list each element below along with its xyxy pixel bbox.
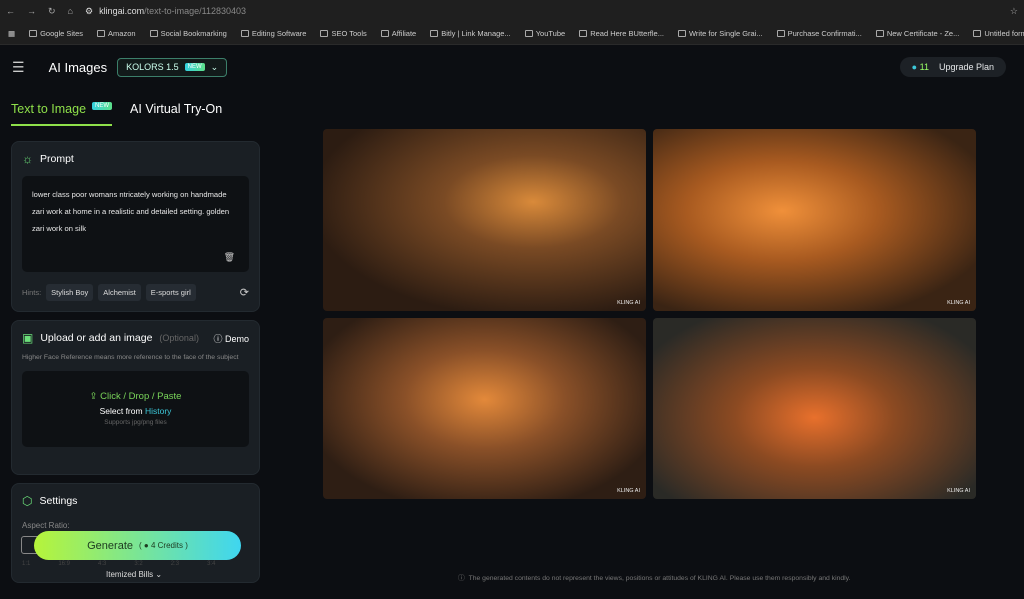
- upload-dropzone[interactable]: ⇪ Click / Drop / Paste Select from Histo…: [22, 371, 249, 447]
- disclaimer: ⓘ The generated contents do not represen…: [458, 575, 851, 582]
- generated-image[interactable]: KLING AI: [323, 318, 646, 499]
- upload-icon: ⇪: [89, 391, 98, 402]
- model-selector[interactable]: KOLORS 1.5 NEW ⌄: [117, 57, 228, 77]
- generated-image[interactable]: KLING AI: [323, 129, 646, 311]
- new-badge: NEW: [184, 63, 205, 71]
- generated-image[interactable]: KLING AI: [653, 129, 976, 311]
- address-bar[interactable]: ⚙ klingai.com/text-to-image/112830403: [85, 6, 246, 17]
- tab-ai-virtual-try-on[interactable]: AI Virtual Try-On: [130, 102, 222, 126]
- result-grid: KLING AI KLING AI KLING AI KLING AI: [323, 129, 976, 499]
- app-header: ☰ AI Images KOLORS 1.5 NEW ⌄: [0, 45, 1024, 89]
- bookmark[interactable]: New Certificate - Ze...: [875, 29, 959, 38]
- ratio-label[interactable]: 3:2: [134, 561, 142, 567]
- history-link[interactable]: History: [145, 406, 171, 416]
- folder-icon: [430, 29, 439, 37]
- ratio-label[interactable]: 1:1: [22, 561, 30, 567]
- bookmark[interactable]: Editing Software: [240, 29, 306, 38]
- bookmarks-bar: ▦ Google Sites Amazon Social Bookmarking Ed…: [0, 22, 1024, 45]
- folder-icon: [380, 29, 389, 37]
- refresh-icon[interactable]: ⟳: [240, 286, 249, 299]
- itemized-bills-toggle[interactable]: Itemized Bills ⌄: [106, 570, 162, 579]
- folder-icon: [149, 29, 158, 37]
- reload-icon[interactable]: ↻: [48, 6, 56, 17]
- bookmark[interactable]: SEO Tools: [320, 29, 367, 38]
- hint-chip[interactable]: Alchemist: [98, 284, 141, 301]
- ratio-label[interactable]: 2:3: [171, 561, 179, 567]
- site-info-icon[interactable]: ⚙: [85, 6, 93, 17]
- bookmark[interactable]: Social Bookmarking: [149, 29, 227, 38]
- bookmark[interactable]: Affiliate: [380, 29, 416, 38]
- folder-icon: [97, 29, 106, 37]
- folder-icon: [29, 29, 38, 37]
- tab-text-to-image[interactable]: Text to Image NEW: [11, 102, 113, 126]
- generate-button[interactable]: Generate( ● 4 Credits ): [34, 531, 241, 560]
- folder-icon: [524, 29, 533, 37]
- folder-icon: [320, 29, 329, 37]
- home-icon[interactable]: ⌂: [68, 6, 73, 16]
- hint-chip[interactable]: Stylish Boy: [46, 284, 94, 301]
- folder-icon: [240, 29, 249, 37]
- demo-link[interactable]: ⓘ Demo: [213, 332, 249, 345]
- credit-icon: ●: [911, 62, 918, 72]
- image-icon: ▣: [22, 331, 34, 345]
- star-icon[interactable]: ☆: [1010, 6, 1018, 17]
- browser-toolbar: ← → ↻ ⌂ ⚙ klingai.com/text-to-image/11283…: [0, 0, 1024, 22]
- bookmark[interactable]: Bitly | Link Manage...: [430, 29, 511, 38]
- upgrade-plan-button[interactable]: ● 11 Upgrade Plan: [899, 57, 1006, 77]
- new-badge: NEW: [92, 102, 113, 110]
- generated-image[interactable]: KLING AI: [653, 318, 976, 499]
- folder-icon: [776, 29, 785, 37]
- app-title: AI Images: [48, 59, 108, 75]
- ratio-label[interactable]: 16:9: [58, 561, 70, 567]
- credit-icon: ●: [143, 541, 149, 550]
- bookmark[interactable]: YouTube: [524, 29, 565, 38]
- bookmark[interactable]: Amazon: [97, 29, 136, 38]
- trash-icon[interactable]: 🗑: [224, 249, 235, 266]
- sparkle-icon: ☼: [22, 152, 33, 166]
- bookmark[interactable]: Google Sites: [29, 29, 83, 38]
- forward-icon[interactable]: →: [27, 6, 36, 16]
- upload-card: ▣ Upload or add an image (Optional) ⓘ Demo …: [11, 320, 260, 475]
- folder-icon: [875, 29, 884, 37]
- bookmark[interactable]: Purchase Confirmati...: [776, 29, 862, 38]
- apps-icon[interactable]: ▦: [8, 29, 15, 38]
- prompt-card: ☼ Prompt lower class poor womans ntricate…: [11, 141, 260, 312]
- menu-icon[interactable]: ☰: [12, 59, 25, 76]
- chevron-down-icon: ⌄: [210, 61, 219, 72]
- back-icon[interactable]: ←: [6, 6, 15, 16]
- hint-chip[interactable]: E-sports girl: [145, 284, 196, 301]
- prompt-input[interactable]: lower class poor womans ntricately worki…: [22, 176, 249, 272]
- ratio-label[interactable]: 3:4: [207, 561, 215, 567]
- settings-icon: ⬡: [22, 494, 33, 508]
- folder-icon: [579, 29, 588, 37]
- ratio-label[interactable]: 4:3: [98, 561, 106, 567]
- bookmark[interactable]: Write for Single Grai...: [677, 29, 763, 38]
- folder-icon: [973, 29, 982, 37]
- bookmark[interactable]: Untitled form - Goo...: [973, 29, 1024, 38]
- folder-icon: [677, 29, 686, 37]
- bookmark[interactable]: Read Here BUtterfle...: [579, 29, 664, 38]
